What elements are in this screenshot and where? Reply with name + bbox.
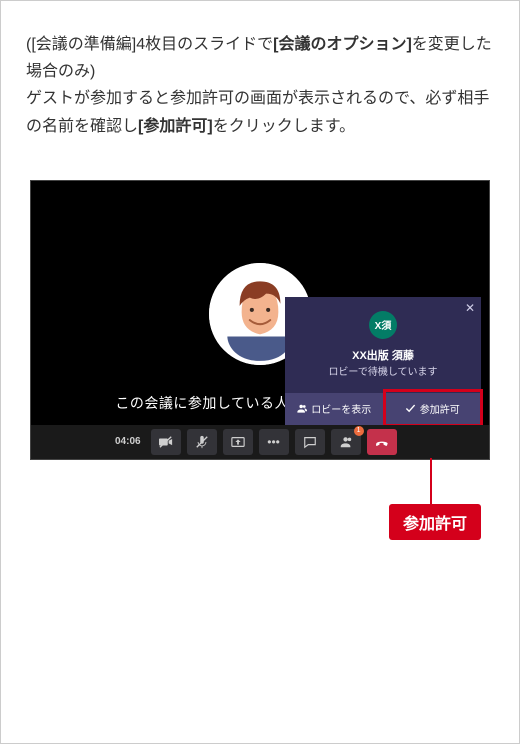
chat-button[interactable] <box>295 429 325 455</box>
people-icon <box>296 403 307 414</box>
call-timer: 04:06 <box>115 436 141 447</box>
chat-icon <box>303 435 317 449</box>
check-icon <box>405 403 416 414</box>
popup-actions: ロビーを表示 参加許可 <box>285 393 481 425</box>
admit-button[interactable]: 参加許可 <box>384 393 482 425</box>
mic-button[interactable] <box>187 429 217 455</box>
lobby-notification-popup: ✕ X須 XX出版 須藤 ロビーで待機しています ロビーを表示 参加許可 <box>285 297 481 425</box>
people-icon <box>339 435 353 449</box>
guest-avatar: X須 <box>369 311 397 339</box>
figure-stage: この会議に参加している人は他にいません。 ✕ X須 XX出版 須藤 ロビーで待機… <box>30 180 490 560</box>
camera-button[interactable] <box>151 429 181 455</box>
view-lobby-button[interactable]: ロビーを表示 <box>285 393 384 425</box>
people-badge: 1 <box>354 426 364 436</box>
admit-callout-label: 参加許可 <box>389 504 481 540</box>
teams-meeting-window: この会議に参加している人は他にいません。 ✕ X須 XX出版 須藤 ロビーで待機… <box>30 180 490 460</box>
instruction-paragraph: ([会議の準備編]4枚目のスライドで[会議のオプション]を変更した場合のみ) ゲ… <box>26 31 494 140</box>
hangup-button[interactable] <box>367 429 397 455</box>
admit-label: 参加許可 <box>420 401 460 416</box>
callout-connector <box>430 458 432 504</box>
people-button[interactable]: 1 <box>331 429 361 455</box>
meeting-toolbar: 04:06 ••• 1 <box>31 425 489 459</box>
more-button[interactable]: ••• <box>259 429 289 455</box>
hangup-icon <box>375 435 389 449</box>
para-bold-2: [参加許可] <box>138 118 213 135</box>
guest-name: XX出版 須藤 <box>285 347 481 363</box>
para-bold-1: [会議のオプション] <box>273 36 412 53</box>
share-button[interactable] <box>223 429 253 455</box>
lobby-waiting-text: ロビーで待機しています <box>285 363 481 378</box>
para-text: をクリックします。 <box>213 118 355 135</box>
share-screen-icon <box>231 435 245 449</box>
mic-off-icon <box>195 435 209 449</box>
camera-off-icon <box>159 435 173 449</box>
view-lobby-label: ロビーを表示 <box>311 401 371 416</box>
ellipsis-icon: ••• <box>267 435 280 449</box>
close-icon[interactable]: ✕ <box>465 301 475 315</box>
para-text: ([会議の準備編]4枚目のスライドで <box>26 36 273 53</box>
